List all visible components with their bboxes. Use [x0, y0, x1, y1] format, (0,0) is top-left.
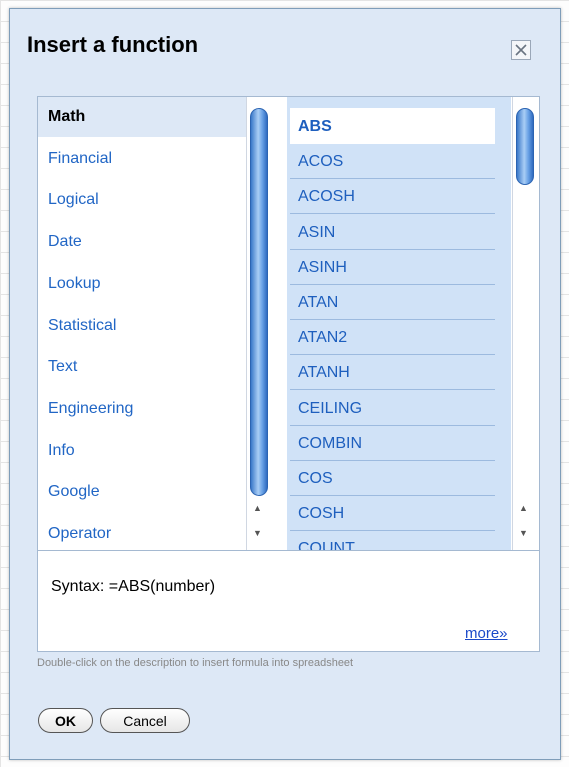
function-item-asinh[interactable]: ASINH — [290, 249, 495, 285]
category-item-logical[interactable]: Logical — [38, 180, 246, 220]
function-scrollbar[interactable]: ▲ ▼ — [512, 97, 538, 550]
function-item-abs[interactable]: ABS — [290, 108, 495, 144]
more-link[interactable]: more» — [465, 625, 508, 642]
category-list: Math Financial Logical Date Lookup Statistica… — [38, 97, 246, 550]
function-syntax: Syntax: =ABS(number) — [51, 578, 216, 595]
function-scroll-down[interactable]: ▼ — [519, 528, 528, 538]
cancel-button[interactable]: Cancel — [100, 708, 190, 733]
function-item-asin[interactable]: ASIN — [290, 214, 495, 250]
category-item-math[interactable]: Math — [38, 97, 246, 137]
category-item-text[interactable]: Text — [38, 347, 246, 387]
category-item-financial[interactable]: Financial — [38, 139, 246, 179]
category-scrollbar[interactable]: ▲ ▼ — [246, 97, 272, 550]
category-item-operator[interactable]: Operator — [38, 514, 246, 554]
function-item-cos[interactable]: COS — [290, 460, 495, 496]
function-item-ceiling[interactable]: CEILING — [290, 390, 495, 426]
function-item-acosh[interactable]: ACOSH — [290, 178, 495, 215]
category-item-google[interactable]: Google — [38, 472, 246, 512]
function-item-count[interactable]: COUNT — [290, 530, 495, 550]
category-item-date[interactable]: Date — [38, 222, 246, 262]
function-item-acos[interactable]: ACOS — [290, 143, 495, 180]
function-scroll-thumb[interactable] — [516, 108, 534, 185]
category-item-statistical[interactable]: Statistical — [38, 306, 246, 346]
function-item-atan[interactable]: ATAN — [290, 284, 495, 320]
close-button[interactable] — [511, 40, 531, 60]
divider — [38, 550, 539, 551]
ok-button[interactable]: OK — [38, 708, 93, 733]
function-item-atan2[interactable]: ATAN2 — [290, 319, 495, 356]
category-scroll-thumb[interactable] — [250, 108, 268, 496]
function-list: ABS ACOS ACOSH ASIN ASINH ATAN ATAN2 ATANH CEILI… — [287, 97, 511, 550]
category-scroll-down[interactable]: ▼ — [253, 528, 262, 538]
close-icon — [515, 44, 527, 56]
category-item-engineering[interactable]: Engineering — [38, 389, 246, 429]
dialog-title: Insert a function — [27, 32, 199, 57]
category-item-info[interactable]: Info — [38, 431, 246, 471]
category-scroll-up[interactable]: ▲ — [253, 503, 262, 513]
function-item-atanh[interactable]: ATANH — [290, 354, 495, 391]
category-item-lookup[interactable]: Lookup — [38, 264, 246, 304]
insert-hint: Double-click on the description to inser… — [37, 657, 354, 669]
function-item-cosh[interactable]: COSH — [290, 495, 495, 532]
function-item-combin[interactable]: COMBIN — [290, 425, 495, 461]
function-scroll-up[interactable]: ▲ — [519, 503, 528, 513]
